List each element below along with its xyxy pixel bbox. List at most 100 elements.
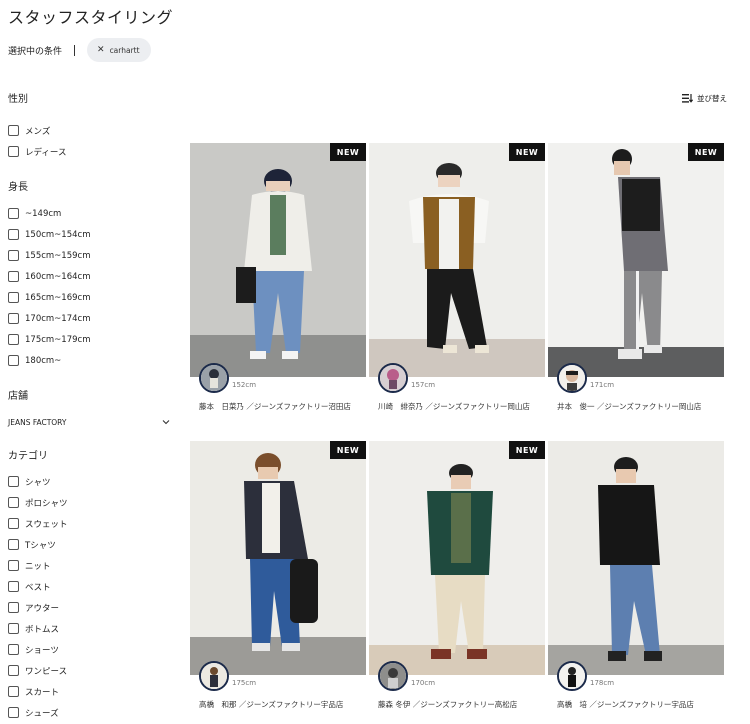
checkbox[interactable] <box>8 539 19 550</box>
filter-option-category[interactable]: Tシャツ <box>8 534 173 555</box>
checkbox[interactable] <box>8 686 19 697</box>
styling-card[interactable]: NEW 170cm 藤森 冬伊 ／ジーンズファクトリー高松店 <box>369 441 545 709</box>
sort-button[interactable]: 並び替え <box>682 93 727 104</box>
filter-option-category[interactable]: シャツ <box>8 471 173 492</box>
avatar <box>557 661 587 691</box>
filter-option-height[interactable]: 170cm~174cm <box>8 308 173 329</box>
page-title: スタッフスタイリング <box>8 8 174 27</box>
filter-option-height[interactable]: 160cm~164cm <box>8 266 173 287</box>
sort-label: 並び替え <box>697 94 727 103</box>
divider <box>74 44 76 56</box>
chevron-down-icon <box>162 420 170 425</box>
filter-option-height[interactable]: 180cm~ <box>8 350 173 371</box>
filter-option-category[interactable]: ワンピース <box>8 660 173 681</box>
styling-card[interactable]: NEW 152cm 藤本 日菜乃 ／ジーンズファクトリー沼田店 <box>190 143 366 411</box>
filter-option-label: スウェット <box>25 519 68 530</box>
filter-option-category[interactable]: ベスト <box>8 576 173 597</box>
avatar <box>199 363 229 393</box>
filter-option-category[interactable]: スカート <box>8 681 173 702</box>
filter-option-label: スカート <box>25 687 60 698</box>
new-badge: NEW <box>509 143 545 161</box>
checkbox[interactable] <box>8 497 19 508</box>
staff-height: 178cm <box>590 679 615 687</box>
styling-card[interactable]: NEW 175cm 高橋 和那 ／ジーンズファクトリー宇品店 <box>190 441 366 709</box>
staff-height: 170cm <box>411 679 436 687</box>
checkbox[interactable] <box>8 313 19 324</box>
filter-option-category[interactable]: スウェット <box>8 513 173 534</box>
avatar <box>199 661 229 691</box>
filter-option-height[interactable]: 150cm~154cm <box>8 224 173 245</box>
checkbox[interactable] <box>8 560 19 571</box>
styling-photo[interactable] <box>548 441 724 675</box>
checkbox[interactable] <box>8 623 19 634</box>
filter-option-label: ポロシャツ <box>25 498 68 509</box>
filter-option-height[interactable]: 175cm~179cm <box>8 329 173 350</box>
close-icon[interactable]: ✕ <box>97 45 105 55</box>
checkbox[interactable] <box>8 208 19 219</box>
styling-photo[interactable]: NEW <box>548 143 724 377</box>
filter-option-label: ショーツ <box>25 645 59 656</box>
filter-option-height[interactable]: 165cm~169cm <box>8 287 173 308</box>
filter-option-label: Tシャツ <box>25 540 56 551</box>
filter-option-ladies[interactable]: レディース <box>8 141 173 162</box>
filter-option-category[interactable]: ニット <box>8 555 173 576</box>
sort-icon <box>682 94 693 103</box>
staff-name-store: 高橋 和那 ／ジーンズファクトリー宇品店 <box>199 700 344 709</box>
styling-photo[interactable]: NEW <box>369 143 545 377</box>
checkbox[interactable] <box>8 581 19 592</box>
filter-option-category[interactable]: ショーツ <box>8 639 173 660</box>
filter-option-label: レディース <box>25 147 67 158</box>
styling-card[interactable]: NEW 171cm 井本 俊一 ／ジーンズファクトリー岡山店 <box>548 143 724 411</box>
checkbox[interactable] <box>8 518 19 529</box>
checkbox[interactable] <box>8 271 19 282</box>
new-badge: NEW <box>330 143 366 161</box>
styling-photo[interactable]: NEW <box>190 143 366 377</box>
checkbox[interactable] <box>8 334 19 345</box>
filter-option-height[interactable]: 155cm~159cm <box>8 245 173 266</box>
checkbox[interactable] <box>8 602 19 613</box>
staff-name-store: 藤森 冬伊 ／ジーンズファクトリー高松店 <box>378 700 518 709</box>
styling-photo[interactable]: NEW <box>190 441 366 675</box>
store-select[interactable]: JEANS FACTORY <box>8 414 170 430</box>
checkbox[interactable] <box>8 292 19 303</box>
avatar <box>378 363 408 393</box>
filter-option-label: ~149cm <box>25 208 62 219</box>
checkbox[interactable] <box>8 146 19 157</box>
filter-option-category[interactable]: ボトムス <box>8 618 173 639</box>
filter-chip-carhartt[interactable]: ✕ carhartt <box>87 38 151 62</box>
filter-option-label: 150cm~154cm <box>25 229 91 240</box>
filter-option-label: 180cm~ <box>25 355 62 366</box>
filter-option-label: 165cm~169cm <box>25 292 91 303</box>
checkbox[interactable] <box>8 644 19 655</box>
avatar <box>557 363 587 393</box>
filter-option-category[interactable]: アウター <box>8 597 173 618</box>
checkbox[interactable] <box>8 355 19 366</box>
checkbox[interactable] <box>8 707 19 718</box>
staff-name-store: 藤本 日菜乃 ／ジーンズファクトリー沼田店 <box>199 402 351 411</box>
styling-photo[interactable]: NEW <box>369 441 545 675</box>
filter-option-label: ニット <box>25 561 51 572</box>
new-badge: NEW <box>330 441 366 459</box>
checkbox[interactable] <box>8 229 19 240</box>
checkbox[interactable] <box>8 250 19 261</box>
filter-option-label: アウター <box>25 603 60 614</box>
staff-height: 171cm <box>590 381 615 389</box>
selected-conditions-label: 選択中の条件 <box>8 46 63 57</box>
filter-option-label: シャツ <box>25 477 51 488</box>
styling-card[interactable]: 178cm 高橋 培 ／ジーンズファクトリー宇品店 <box>548 441 724 709</box>
filter-option-height[interactable]: ~149cm <box>8 203 173 224</box>
facet-title-height: 身長 <box>8 182 28 193</box>
checkbox[interactable] <box>8 125 19 136</box>
checkbox[interactable] <box>8 476 19 487</box>
filter-option-mens[interactable]: メンズ <box>8 120 173 141</box>
styling-card[interactable]: NEW 157cm 川崎 緋奈乃 ／ジーンズファクトリー岡山店 <box>369 143 545 411</box>
filter-option-category[interactable]: シューズ <box>8 702 173 723</box>
staff-height: 175cm <box>232 679 257 687</box>
filter-option-category[interactable]: ポロシャツ <box>8 492 173 513</box>
checkbox[interactable] <box>8 665 19 676</box>
filter-option-label: 155cm~159cm <box>25 250 91 261</box>
facet-title-gender: 性別 <box>8 94 28 105</box>
filter-sidebar: 性別 メンズ レディース 身長 ~149cm 150cm~154cm 155cm… <box>8 90 173 723</box>
facet-list-height: ~149cm 150cm~154cm 155cm~159cm 160cm~164… <box>8 203 173 371</box>
facet-list-gender: メンズ レディース <box>8 120 173 162</box>
